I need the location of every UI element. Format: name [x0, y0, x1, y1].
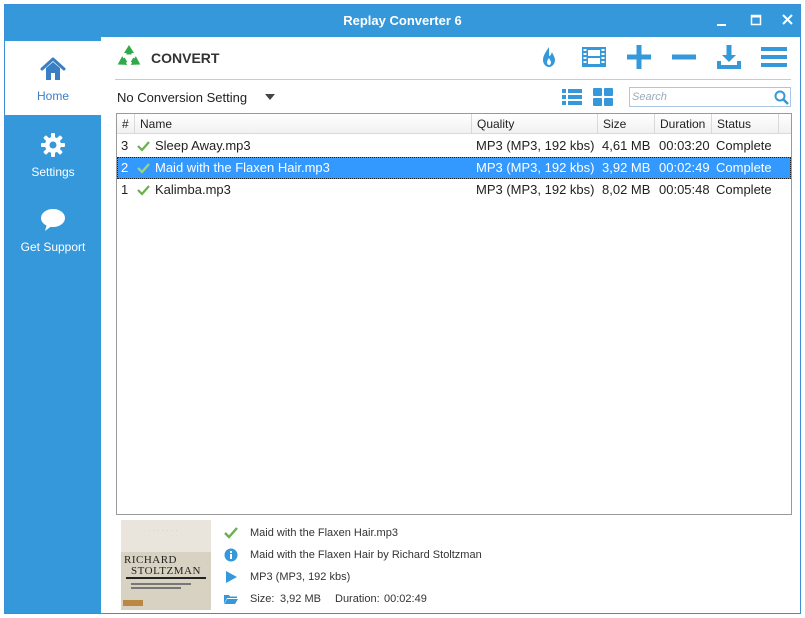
row-number: 2	[121, 160, 129, 175]
download-icon	[717, 45, 741, 69]
detail-duration-value: 00:02:49	[384, 593, 427, 605]
divider	[115, 79, 791, 80]
file-table: # Name Quality Size Duration Status 3 Sl…	[116, 113, 792, 515]
file-quality: MP3 (MP3, 192 kbs)	[476, 160, 595, 175]
window-title: Replay Converter 6	[343, 13, 462, 28]
column-header-name[interactable]: Name	[135, 114, 472, 134]
file-name: Kalimba.mp3	[155, 182, 231, 197]
close-button[interactable]	[777, 11, 799, 31]
burn-button[interactable]	[535, 43, 563, 71]
table-row[interactable]: 3 Sleep Away.mp3 MP3 (MP3, 192 kbs) 4,61…	[117, 135, 791, 157]
recycle-icon	[117, 45, 141, 65]
detail-filename: Maid with the Flaxen Hair.mp3	[250, 527, 398, 539]
search-icon[interactable]	[774, 90, 789, 105]
sidebar-item-get-support[interactable]: Get Support	[5, 192, 101, 266]
list-view-icon	[562, 89, 582, 105]
detail-duration-label: Duration:	[335, 593, 380, 605]
file-duration: 00:03:20	[659, 138, 710, 153]
row-number: 3	[121, 138, 129, 153]
flame-icon	[543, 47, 555, 67]
file-status: Complete	[716, 160, 772, 175]
check-icon	[137, 163, 150, 174]
folder-icon	[224, 595, 238, 604]
check-icon	[224, 527, 238, 539]
file-size: 3,92 MB	[602, 160, 651, 175]
column-header-status[interactable]: Status	[712, 114, 779, 134]
search-input[interactable]	[632, 89, 770, 105]
main-content: CONVERT No Conversion Setting Search # N…	[101, 37, 800, 613]
detail-size-label: Size:	[250, 593, 275, 605]
detail-size-value: 3,92 MB	[280, 593, 321, 605]
add-button[interactable]	[625, 43, 653, 71]
app-window: Replay Converter 6 Home Settings Get Sup…	[4, 4, 801, 614]
table-header: # Name Quality Size Duration Status	[117, 114, 791, 134]
file-status: Complete	[716, 182, 772, 197]
conversion-setting-dropdown[interactable]: No Conversion Setting	[117, 87, 277, 107]
info-icon	[224, 548, 238, 562]
sidebar-item-home[interactable]: Home	[5, 41, 101, 115]
remove-icon	[672, 54, 696, 60]
check-icon	[137, 141, 150, 152]
maximize-button[interactable]	[745, 11, 767, 31]
column-header-duration[interactable]: Duration	[655, 114, 712, 134]
table-row[interactable]: 1 Kalimba.mp3 MP3 (MP3, 192 kbs) 8,02 MB…	[117, 179, 791, 201]
maximize-icon	[750, 14, 762, 26]
menu-icon	[761, 47, 787, 67]
file-size: 8,02 MB	[602, 182, 651, 197]
column-header-quality[interactable]: Quality	[472, 114, 598, 134]
play-icon	[226, 571, 237, 583]
file-quality: MP3 (MP3, 192 kbs)	[476, 182, 595, 197]
column-header-size[interactable]: Size	[598, 114, 655, 134]
remove-button[interactable]	[670, 43, 698, 71]
file-details-panel: · · · · · · · RICHARD STOLTZMAN Maid wit…	[116, 517, 792, 613]
film-icon	[582, 47, 606, 67]
grid-view-icon	[593, 88, 613, 106]
sidebar-item-label: Get Support	[20, 240, 86, 254]
column-header-number[interactable]: #	[117, 114, 135, 134]
file-duration: 00:02:49	[659, 160, 710, 175]
album-art: · · · · · · · RICHARD STOLTZMAN	[121, 520, 211, 610]
file-name: Sleep Away.mp3	[155, 138, 251, 153]
minimize-icon	[717, 24, 726, 26]
title-bar[interactable]: Replay Converter 6	[5, 5, 800, 37]
grid-view-button[interactable]	[592, 87, 614, 107]
minimize-button[interactable]	[710, 11, 732, 31]
file-duration: 00:05:48	[659, 182, 710, 197]
list-view-button[interactable]	[561, 87, 583, 107]
conversion-setting-value: No Conversion Setting	[117, 90, 248, 105]
album-art-artist-last: STOLTZMAN	[131, 565, 201, 577]
detail-format: MP3 (MP3, 192 kbs)	[250, 571, 351, 583]
download-button[interactable]	[715, 43, 743, 71]
home-icon	[40, 57, 66, 80]
chat-bubble-icon	[41, 209, 65, 231]
menu-button[interactable]	[760, 43, 788, 71]
gear-icon	[41, 133, 65, 157]
page-title: CONVERT	[151, 50, 220, 66]
file-quality: MP3 (MP3, 192 kbs)	[476, 138, 595, 153]
add-icon	[627, 45, 651, 69]
close-icon	[782, 14, 793, 25]
detail-info: Maid with the Flaxen Hair by Richard Sto…	[250, 549, 482, 561]
file-size: 4,61 MB	[602, 138, 651, 153]
sidebar-item-settings[interactable]: Settings	[5, 117, 101, 191]
file-name: Maid with the Flaxen Hair.mp3	[155, 160, 330, 175]
row-number: 1	[121, 182, 129, 197]
sidebar: Home Settings Get Support	[5, 37, 101, 613]
dropdown-arrow-icon	[265, 94, 275, 100]
file-status: Complete	[716, 138, 772, 153]
video-button[interactable]	[580, 43, 608, 71]
search-box	[629, 87, 791, 107]
table-row[interactable]: 2 Maid with the Flaxen Hair.mp3 MP3 (MP3…	[117, 157, 791, 179]
check-icon	[137, 185, 150, 196]
sidebar-item-label: Settings	[31, 165, 75, 179]
sidebar-item-label: Home	[36, 89, 69, 103]
